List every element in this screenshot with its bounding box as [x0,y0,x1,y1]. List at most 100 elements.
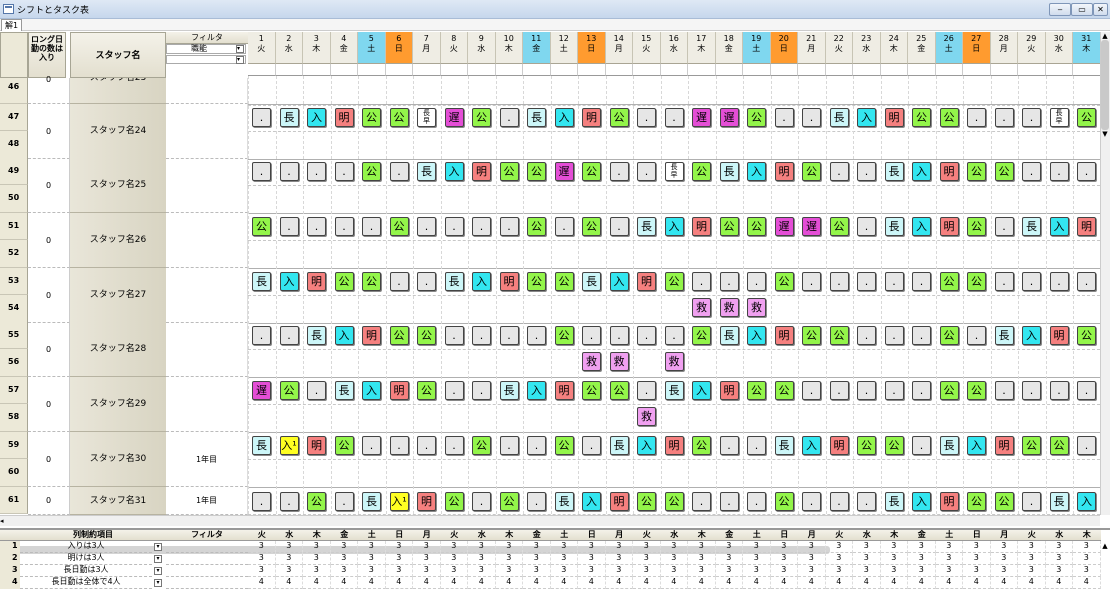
shift-chip[interactable]: 公 [939,108,959,127]
shift-chip[interactable]: . [774,108,794,127]
shift-chip[interactable]: . [802,272,821,291]
shift-chip[interactable]: 公 [582,162,601,181]
shift-chip[interactable]: 明 [664,436,684,455]
shift-chip[interactable]: 公 [444,492,464,511]
shift-chip[interactable]: . [994,217,1014,236]
shift-chip[interactable]: 長 [719,326,739,345]
shift-chip[interactable]: 入 [582,492,601,511]
shift-chip[interactable]: . [967,108,986,127]
shift-chip[interactable]: . [664,108,684,127]
shift-chip[interactable]: . [499,217,519,236]
shift-chip[interactable]: . [582,326,601,345]
shift-chip[interactable]: . [582,436,601,455]
shift-chip[interactable]: . [362,436,381,455]
date-filter-cell[interactable] [550,64,578,76]
shift-chip[interactable]: . [499,108,519,127]
date-header-15[interactable]: 15 火 [633,32,661,64]
shift-chip[interactable]: 公 [362,272,381,291]
shift-chip[interactable]: . [829,272,849,291]
staff-name[interactable]: スタッフ名24 [70,104,166,159]
shift-chip[interactable]: 明 [939,217,959,236]
shift-chip[interactable]: 長 [252,272,271,291]
shift-chip[interactable]: 長 [252,436,271,455]
shift-chip[interactable]: . [912,381,931,400]
shift-chip[interactable]: . [884,326,904,345]
shift-chip[interactable]: 明 [939,162,959,181]
shift-chip[interactable]: 入 [747,162,766,181]
shift-chip[interactable]: 明 [499,272,519,291]
date-header-26[interactable]: 26 土 [935,32,963,64]
shift-chip[interactable]: . [1077,381,1096,400]
date-filter-cell[interactable] [440,64,468,76]
shift-chip[interactable]: . [692,492,711,511]
shift-chip[interactable]: . [802,381,821,400]
date-filter-cell[interactable] [935,64,963,76]
shift-chip[interactable]: . [857,381,876,400]
date-filter-cell[interactable] [303,64,331,76]
date-filter-cell[interactable] [1045,64,1073,76]
shift-chip[interactable]: 長 [582,272,601,291]
shift-chip[interactable]: 公 [967,272,986,291]
date-filter-cell[interactable] [578,64,606,76]
date-filter-cell[interactable] [330,64,358,76]
shift-chip[interactable]: . [472,326,491,345]
date-filter-cell[interactable] [495,64,523,76]
date-filter-cell[interactable] [248,64,276,76]
shift-chip[interactable]: 長 [554,492,574,511]
shift-chip[interactable]: 公 [472,436,491,455]
sheet-tab[interactable]: 解1 [1,19,23,31]
shift-chip[interactable]: . [802,108,821,127]
shift-chip[interactable]: 明 [1077,217,1096,236]
scroll-up-arrow[interactable]: ▲ [1100,542,1110,552]
shift-chip[interactable]: 明 [884,108,904,127]
shift-chip[interactable]: . [637,108,656,127]
shift-chip[interactable]: 入 [967,436,986,455]
shift-chip[interactable]: . [279,217,299,236]
scroll-thumb[interactable] [1101,40,1109,130]
shift-chip[interactable]: 公 [967,381,986,400]
shift-chip[interactable]: . [692,272,711,291]
staff-name[interactable]: スタッフ名27 [70,268,166,323]
shift-chip[interactable]: . [417,436,436,455]
shift-chip[interactable]: 長 [1049,492,1069,511]
rescue-shift-chip[interactable]: 救 [664,352,684,371]
shift-chip[interactable]: . [994,272,1014,291]
shift-chip[interactable]: 遅 [802,217,821,236]
shift-chip[interactable]: 公 [692,162,711,181]
shift-chip[interactable]: . [389,436,409,455]
date-header-1[interactable]: 1火 [248,32,276,64]
shift-chip[interactable]: . [747,272,766,291]
shift-chip[interactable]: 入¹ [279,436,299,455]
shift-chip[interactable]: 公 [747,217,766,236]
date-filter-cell[interactable] [825,64,853,76]
shift-chip[interactable]: 公 [1049,436,1069,455]
shift-chip[interactable]: 公 [802,162,821,181]
shift-chip[interactable]: 公 [279,381,299,400]
shift-chip[interactable]: . [279,492,299,511]
date-filter-cell[interactable] [853,64,881,76]
shift-chip[interactable]: 公 [857,436,876,455]
shift-chip[interactable]: . [664,326,684,345]
shift-chip[interactable]: 遅 [554,162,574,181]
shift-chip[interactable]: . [1022,272,1041,291]
shift-chip[interactable]: . [747,436,766,455]
shift-chip[interactable]: . [499,436,519,455]
date-header-18[interactable]: 18 金 [715,32,743,64]
chevron-down-icon[interactable]: ▾ [154,543,162,551]
shift-chip[interactable]: 公 [967,492,986,511]
shift-chip[interactable]: 公 [307,492,326,511]
shift-chip[interactable]: 入 [1049,217,1069,236]
date-header-21[interactable]: 21 月 [798,32,826,64]
shift-chip[interactable]: 公 [829,217,849,236]
shift-chip[interactable]: 公 [252,217,271,236]
shift-chip[interactable]: . [637,381,656,400]
rescue-shift-chip[interactable]: 救 [582,352,601,371]
shift-chip[interactable]: . [857,492,876,511]
shift-chip[interactable]: 明 [334,108,354,127]
constraint-filter-cell[interactable] [166,541,248,553]
shift-chip[interactable]: . [719,492,739,511]
shift-chip[interactable]: 長 [527,108,546,127]
shift-chip[interactable]: 入 [857,108,876,127]
rescue-shift-chip[interactable]: 救 [609,352,629,371]
shift-chip[interactable]: 公 [417,326,436,345]
